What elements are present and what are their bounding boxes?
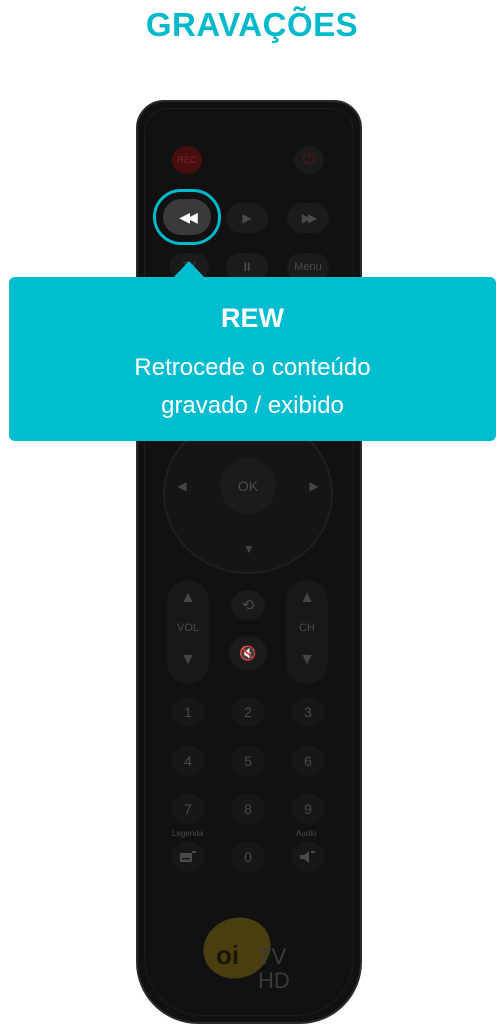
oi-tv-hd-logo: oi TV HD bbox=[203, 917, 290, 992]
rew-button[interactable]: ◀◀ bbox=[163, 199, 211, 235]
speaker-icon bbox=[300, 851, 315, 863]
number-0-button[interactable]: 0 bbox=[231, 842, 265, 872]
power-button[interactable]: ⏻ bbox=[294, 146, 324, 174]
volume-label: VOL bbox=[176, 622, 199, 634]
brand-oi: oi bbox=[216, 940, 239, 970]
tooltip-description-line2: gravado / exibido bbox=[161, 392, 344, 419]
number-1-button[interactable]: 1 bbox=[171, 697, 205, 727]
number-2-button[interactable]: 2 bbox=[231, 697, 265, 727]
number-7-button[interactable]: 7 bbox=[171, 794, 205, 824]
channel-label: CH bbox=[299, 622, 315, 634]
page-title: GRAVAÇÕES bbox=[145, 6, 359, 43]
tooltip-description-line1: Retrocede o conteúdo bbox=[134, 354, 371, 381]
number-3-button[interactable]: 3 bbox=[291, 697, 325, 727]
rew-highlight-ring: ◀◀ bbox=[153, 189, 221, 245]
number-8-button[interactable]: 8 bbox=[231, 794, 265, 824]
dpad-left-button[interactable]: ◀ bbox=[174, 476, 190, 496]
mute-button[interactable]: 🔇 bbox=[229, 636, 267, 670]
tooltip-description: Retrocede o conteúdo gravado / exibido bbox=[9, 349, 496, 425]
play-button[interactable]: ▶ bbox=[226, 203, 268, 233]
channel-down-button[interactable]: ▼ bbox=[296, 650, 318, 670]
subtitle-button[interactable] bbox=[171, 842, 205, 872]
legenda-label: Legenda bbox=[172, 829, 204, 838]
tooltip-title: REW bbox=[221, 303, 284, 333]
dpad-down-button[interactable]: ▼ bbox=[240, 540, 258, 558]
ok-button[interactable]: OK bbox=[220, 458, 276, 514]
number-5-button[interactable]: 5 bbox=[231, 746, 265, 776]
fast-forward-button[interactable]: ▶▶ bbox=[287, 203, 329, 233]
back-button[interactable]: ⟲ bbox=[231, 590, 265, 620]
subtitle-icon bbox=[180, 851, 196, 862]
audio-button[interactable] bbox=[291, 842, 325, 872]
channel-up-button[interactable]: ▲ bbox=[296, 588, 318, 608]
number-9-button[interactable]: 9 bbox=[291, 794, 325, 824]
volume-up-button[interactable]: ▲ bbox=[177, 588, 199, 608]
brand-tv: TV bbox=[258, 944, 286, 969]
volume-down-button[interactable]: ▼ bbox=[177, 650, 199, 670]
rew-tooltip: REW Retrocede o conteúdo gravado / exibi… bbox=[9, 277, 496, 441]
rec-button[interactable]: REC bbox=[172, 146, 202, 174]
dpad-right-button[interactable]: ▶ bbox=[306, 476, 322, 496]
audio-label: Audio bbox=[296, 829, 317, 838]
tooltip-arrow bbox=[173, 261, 205, 278]
number-6-button[interactable]: 6 bbox=[291, 746, 325, 776]
brand-hd: HD bbox=[258, 968, 290, 992]
number-4-button[interactable]: 4 bbox=[171, 746, 205, 776]
